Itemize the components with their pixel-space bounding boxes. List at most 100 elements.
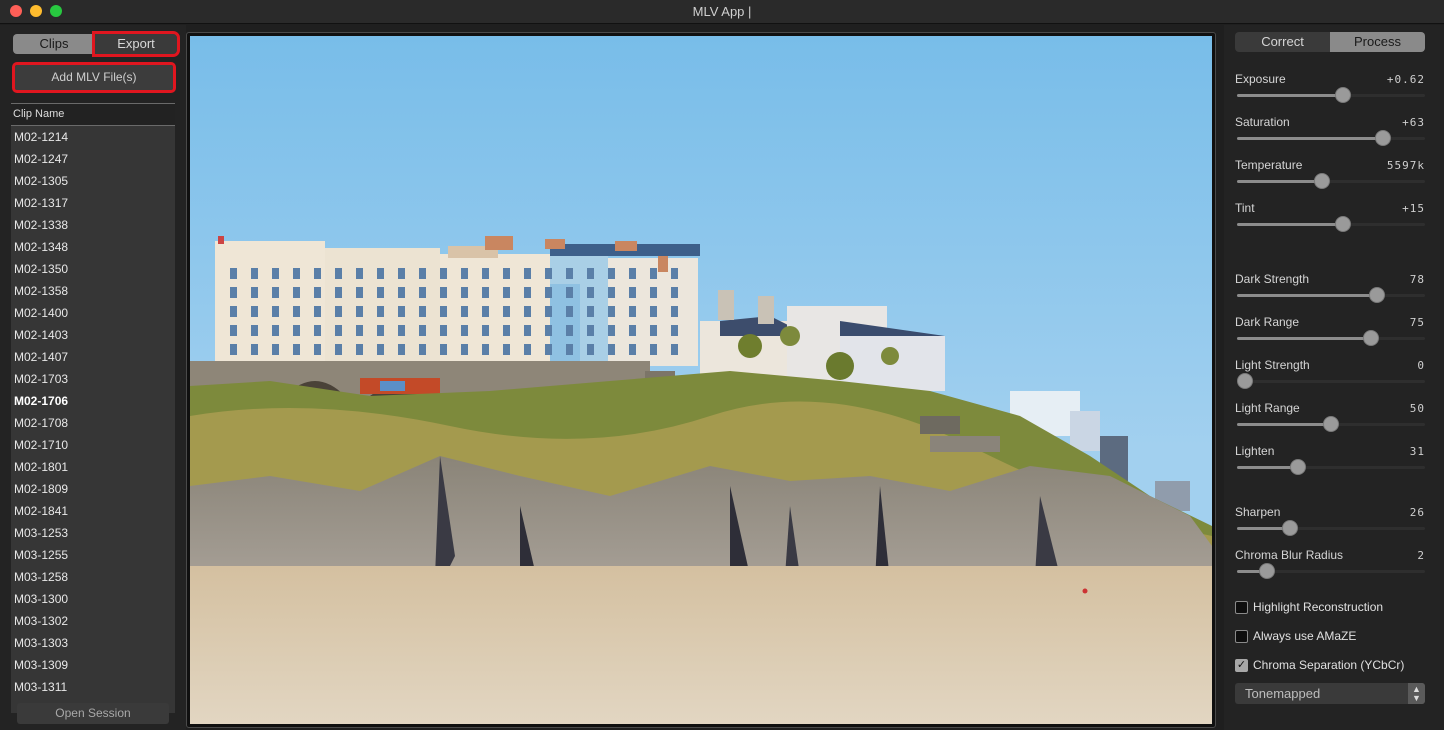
window: [650, 287, 657, 298]
clip-list-item[interactable]: M02-1400: [11, 302, 175, 324]
window: [293, 344, 300, 355]
window: [503, 268, 510, 279]
window: [398, 306, 405, 317]
window: [272, 287, 279, 298]
checkbox-box[interactable]: [1235, 629, 1248, 643]
lighten-slider[interactable]: [1237, 459, 1425, 475]
window: [335, 287, 342, 298]
slider-handle[interactable]: [1259, 563, 1276, 579]
window: [587, 306, 594, 317]
checkbox-label: Highlight Reconstruction: [1253, 600, 1384, 614]
slider-handle[interactable]: [1374, 130, 1391, 146]
slider-fill: [1237, 294, 1382, 297]
open-session-button[interactable]: Open Session: [17, 703, 169, 724]
slider-handle[interactable]: [1335, 87, 1352, 103]
saturation-slider[interactable]: [1237, 130, 1425, 146]
window: [251, 287, 258, 298]
slider-handle[interactable]: [1323, 416, 1339, 432]
window: [503, 287, 510, 298]
tab-process[interactable]: Process: [1330, 32, 1425, 52]
sharpen-value: 26: [1409, 506, 1425, 519]
clip-list-item[interactable]: M02-1809: [11, 478, 175, 500]
clip-list-item[interactable]: M02-1247: [11, 148, 175, 170]
window: [629, 306, 636, 317]
temperature-slider[interactable]: [1237, 173, 1425, 189]
always-use-amaze-checkbox[interactable]: Always use AMaZE: [1235, 627, 1356, 645]
window: [608, 287, 615, 298]
clip-list-item[interactable]: M02-1407: [11, 346, 175, 368]
slider-handle[interactable]: [1335, 216, 1352, 232]
clip-list-item[interactable]: M03-1309: [11, 654, 175, 676]
chroma-blur-radius-slider[interactable]: [1237, 563, 1425, 579]
slider-handle[interactable]: [1314, 173, 1331, 189]
exposure-label: Exposure: [1235, 72, 1286, 86]
tint-slider[interactable]: [1237, 216, 1425, 232]
clip-list-item[interactable]: M02-1214: [11, 126, 175, 148]
clip-list-item[interactable]: M02-1317: [11, 192, 175, 214]
tab-export[interactable]: Export: [92, 31, 180, 57]
window: [251, 325, 258, 336]
clip-list-item[interactable]: M02-1708: [11, 412, 175, 434]
light-strength-value: 0: [1417, 359, 1425, 372]
window: [377, 325, 384, 336]
window: [272, 344, 279, 355]
window: [650, 344, 657, 355]
clip-list-item[interactable]: M03-1255: [11, 544, 175, 566]
tab-clips[interactable]: Clips: [13, 34, 95, 54]
checkbox-label: Chroma Separation (YCbCr): [1253, 658, 1405, 672]
clip-list-item[interactable]: M03-1258: [11, 566, 175, 588]
clip-list-item[interactable]: M02-1305: [11, 170, 175, 192]
tonemap-select[interactable]: Tonemapped ▲ ▼: [1235, 683, 1425, 704]
clip-list-item[interactable]: M02-1710: [11, 434, 175, 456]
checkbox-box[interactable]: [1235, 600, 1248, 614]
clip-list-item[interactable]: M02-1403: [11, 324, 175, 346]
window: [335, 268, 342, 279]
dark-range-slider[interactable]: [1237, 330, 1425, 346]
window: [377, 344, 384, 355]
clip-list-item[interactable]: M02-1801: [11, 456, 175, 478]
slider-handle[interactable]: [1362, 330, 1379, 346]
window: [314, 306, 321, 317]
slider-handle[interactable]: [1237, 373, 1253, 389]
clip-list-item[interactable]: M02-1350: [11, 258, 175, 280]
sharpen-slider[interactable]: [1237, 520, 1425, 536]
add-mlv-files-button[interactable]: Add MLV File(s): [12, 62, 176, 93]
chroma-blur-radius-value: 2: [1417, 549, 1425, 562]
checkmark-icon[interactable]: ✓: [1235, 658, 1248, 672]
window: [440, 306, 447, 317]
light-range-slider[interactable]: [1237, 416, 1425, 432]
clip-list-item[interactable]: M03-1302: [11, 610, 175, 632]
clip-list-item[interactable]: M02-1358: [11, 280, 175, 302]
clip-list-item[interactable]: M03-1253: [11, 522, 175, 544]
preview-image[interactable]: [190, 36, 1212, 724]
clip-list-item[interactable]: M02-1348: [11, 236, 175, 258]
highlight-reconstruction-checkbox[interactable]: Highlight Reconstruction: [1235, 598, 1383, 616]
exposure-slider[interactable]: [1237, 87, 1425, 103]
tab-correct[interactable]: Correct: [1235, 32, 1330, 52]
window: [335, 306, 342, 317]
slider-handle[interactable]: [1290, 459, 1307, 475]
window: [461, 325, 468, 336]
window: [482, 344, 489, 355]
slider-handle[interactable]: [1281, 520, 1298, 536]
clip-list-item[interactable]: M03-1311: [11, 676, 175, 698]
chroma-separation-checkbox[interactable]: ✓ Chroma Separation (YCbCr): [1235, 656, 1404, 674]
window: [671, 287, 678, 298]
window: [545, 325, 552, 336]
window: [377, 268, 384, 279]
dark-range-slider-row: Dark Range 75: [1235, 315, 1425, 355]
clip-name-column-header[interactable]: Clip Name: [11, 103, 175, 126]
light-strength-slider[interactable]: [1237, 373, 1425, 389]
lighten-label: Lighten: [1235, 444, 1275, 458]
clip-list-item[interactable]: M03-1300: [11, 588, 175, 610]
dark-strength-slider[interactable]: [1237, 287, 1425, 303]
clip-list-item[interactable]: M02-1706: [11, 390, 175, 412]
clip-list-item[interactable]: M03-1303: [11, 632, 175, 654]
clip-list[interactable]: Clip Name M02-1214 M02-1247 M02-1305 M02-13…: [11, 103, 175, 713]
clip-list-item[interactable]: M02-1338: [11, 214, 175, 236]
clip-list-item[interactable]: M02-1841: [11, 500, 175, 522]
clip-list-item[interactable]: M02-1703: [11, 368, 175, 390]
window: [608, 306, 615, 317]
window: [419, 306, 426, 317]
slider-handle[interactable]: [1369, 287, 1386, 303]
